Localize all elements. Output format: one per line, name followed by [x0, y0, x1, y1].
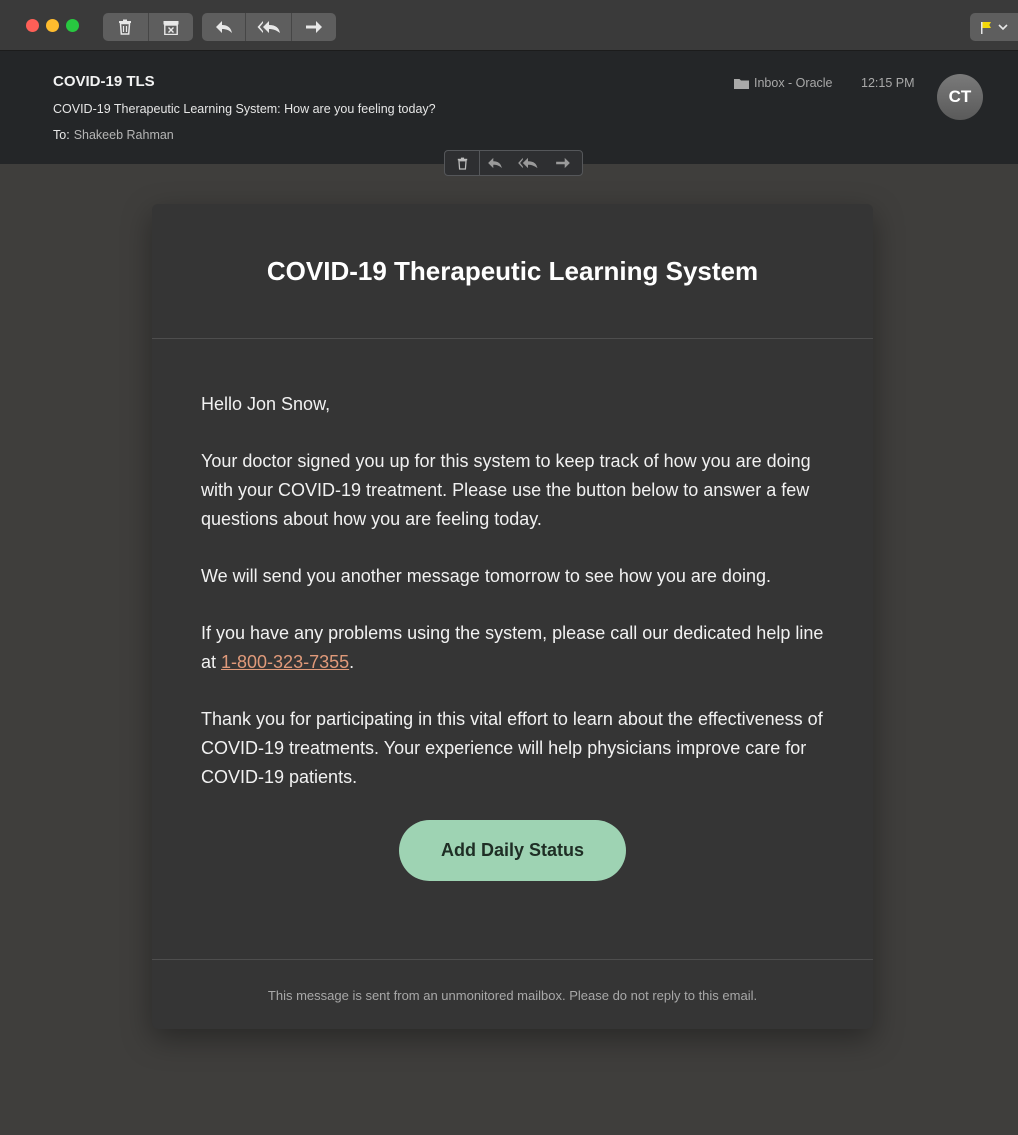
- footer-divider: [152, 959, 873, 960]
- hover-delete-button[interactable]: [445, 151, 479, 175]
- sender-name[interactable]: COVID-19 TLS: [53, 73, 155, 90]
- email-card: COVID-19 Therapeutic Learning System Hel…: [152, 204, 873, 1029]
- helpline-paragraph: If you have any problems using the syste…: [201, 619, 826, 677]
- forward-button[interactable]: [292, 13, 336, 41]
- helpline-period: .: [349, 652, 355, 672]
- to-label: To:: [53, 128, 70, 142]
- reply-icon: [488, 157, 502, 169]
- reply-all-icon: [518, 157, 538, 169]
- archive-button[interactable]: [149, 13, 194, 41]
- reply-button[interactable]: [202, 13, 247, 41]
- trash-icon: [119, 19, 132, 35]
- hover-reply-button[interactable]: [480, 151, 510, 175]
- window-toolbar: [0, 0, 1018, 51]
- reply-icon: [215, 21, 232, 33]
- close-window-button[interactable]: [26, 19, 39, 32]
- hover-forward-button[interactable]: [546, 151, 580, 175]
- message-subject: COVID-19 Therapeutic Learning System: Ho…: [53, 102, 436, 116]
- mailbox-name: Inbox - Oracle: [754, 76, 833, 90]
- helpline-phone-link[interactable]: 1-800-323-7355: [221, 652, 349, 672]
- greeting: Hello Jon Snow,: [201, 394, 331, 414]
- folder-icon: [734, 78, 749, 89]
- forward-icon: [556, 157, 570, 169]
- delete-archive-group: [103, 13, 193, 41]
- message-time: 12:15 PM: [861, 76, 915, 90]
- intro-paragraph: Your doctor signed you up for this syste…: [201, 451, 811, 529]
- chevron-down-icon: [998, 23, 1008, 30]
- email-title: COVID-19 Therapeutic Learning System: [266, 255, 759, 286]
- footer-notice: This message is sent from an unmonitored…: [267, 988, 758, 1003]
- delete-button[interactable]: [103, 13, 149, 41]
- avatar: CT: [937, 74, 983, 120]
- trash-icon: [457, 157, 467, 170]
- message-hover-actions: [444, 150, 583, 176]
- hover-reply-all-button[interactable]: [510, 151, 546, 175]
- recipient-name[interactable]: Shakeeb Rahman: [74, 128, 174, 142]
- archive-icon: [163, 20, 179, 35]
- minimize-window-button[interactable]: [46, 19, 59, 32]
- flag-button[interactable]: [970, 13, 1018, 41]
- title-divider: [152, 338, 873, 339]
- reply-all-button[interactable]: [246, 13, 292, 41]
- reply-all-icon: [257, 21, 280, 33]
- add-daily-status-button[interactable]: Add Daily Status: [399, 820, 626, 881]
- thanks-paragraph: Thank you for participating in this vita…: [201, 709, 823, 787]
- recipient-line: To: Shakeeb Rahman: [53, 128, 174, 142]
- mailbox-location[interactable]: Inbox - Oracle: [734, 76, 833, 90]
- zoom-window-button[interactable]: [66, 19, 79, 32]
- flag-icon: [981, 21, 991, 34]
- message-header: COVID-19 TLS COVID-19 Therapeutic Learni…: [0, 51, 1018, 164]
- forward-icon: [305, 21, 322, 33]
- reply-forward-group: [202, 13, 336, 41]
- followup-paragraph: We will send you another message tomorro…: [201, 566, 771, 586]
